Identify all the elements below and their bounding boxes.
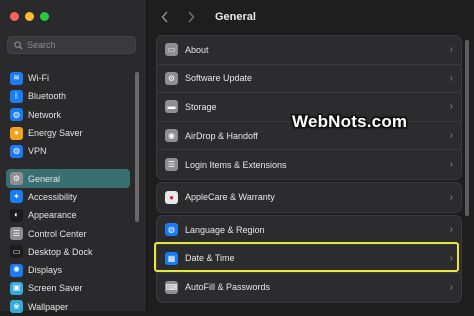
- sidebar-item-bluetooth[interactable]: ᛒ Bluetooth: [6, 87, 130, 105]
- main-pane: General ▭ About › ⚙ Software Update › ▬ Storage…: [147, 0, 474, 311]
- sidebar-item-general[interactable]: ⚙ General: [6, 169, 130, 188]
- sidebar-item-network[interactable]: ◍ Network: [6, 106, 130, 124]
- gear-icon: ⚙: [10, 172, 23, 186]
- sidebar-item-label: Network: [28, 109, 62, 120]
- sidebar-item-accessibility[interactable]: ✦ Accessibility: [6, 188, 130, 206]
- lightbulb-icon: ●: [10, 126, 23, 140]
- search-icon: [14, 40, 23, 50]
- chevron-right-icon: ›: [449, 191, 453, 203]
- forward-button[interactable]: [181, 7, 201, 27]
- settings-group-locale: ◍ Language & Region › ▦ Date & Time › ⌨ AutoFil…: [156, 215, 462, 303]
- chevron-right-icon: ›: [449, 72, 453, 84]
- sidebar-item-control-center[interactable]: ☰ Control Center: [6, 224, 130, 242]
- wifi-icon: ≋: [10, 71, 23, 85]
- settings-group-applecare: ● AppleCare & Warranty ›: [156, 182, 462, 213]
- watermark: WebNots.com: [292, 112, 408, 131]
- settings-row-label: Storage: [185, 101, 217, 112]
- settings-row-label: AirDrop & Handoff: [185, 130, 258, 141]
- main-scrollbar[interactable]: [465, 40, 469, 216]
- globe-icon: ◍: [10, 108, 23, 122]
- sidebar: ≋ Wi-Fi ᛒ Bluetooth ◍ Network ● Energy Saver ◍ VP…: [0, 0, 147, 314]
- sidebar-item-label: Bluetooth: [28, 91, 67, 102]
- language-globe-icon: ◍: [165, 223, 178, 237]
- settings-group-system: ▭ About › ⚙ Software Update › ▬ Storage › ◉ AirDro…: [156, 35, 462, 180]
- settings-row-label: Date & Time: [185, 253, 235, 264]
- settings-row-applecare-and-warranty[interactable]: ● AppleCare & Warranty ›: [157, 183, 461, 212]
- bluetooth-icon: ᛒ: [10, 89, 23, 103]
- displays-icon: ✺: [10, 263, 23, 277]
- sidebar-item-label: Accessibility: [28, 191, 78, 202]
- sidebar-item-label: Wi-Fi: [28, 73, 49, 84]
- settings-row-label: Language & Region: [185, 224, 265, 235]
- control-center-icon: ☰: [10, 227, 23, 241]
- laptop-icon: ▭: [165, 43, 178, 57]
- autofill-key-icon: ⌨: [165, 280, 178, 294]
- sidebar-item-label: Energy Saver: [28, 128, 83, 139]
- software-update-icon: ⚙: [165, 71, 178, 85]
- sidebar-scrollbar[interactable]: [135, 72, 139, 222]
- settings-row-login-items-and-extensions[interactable]: ☰ Login Items & Extensions ›: [157, 150, 461, 179]
- search-field[interactable]: [7, 36, 136, 54]
- settings-window: ≋ Wi-Fi ᛒ Bluetooth ◍ Network ● Energy Saver ◍ VP…: [0, 0, 474, 314]
- zoom-button[interactable]: [40, 12, 49, 21]
- settings-row-about[interactable]: ▭ About ›: [157, 36, 461, 65]
- sidebar-item-displays[interactable]: ✺ Displays: [6, 261, 130, 279]
- sidebar-item-wallpaper[interactable]: ❀ Wallpaper: [6, 298, 130, 316]
- wallpaper-icon: ❀: [10, 300, 23, 314]
- window-controls: [10, 12, 49, 21]
- settings-row-label: Software Update: [185, 73, 253, 84]
- sidebar-item-vpn[interactable]: ◍ VPN: [6, 142, 130, 160]
- close-button[interactable]: [10, 12, 19, 21]
- settings-row-language-and-region[interactable]: ◍ Language & Region ›: [157, 216, 461, 245]
- sidebar-item-label: Desktop & Dock: [28, 246, 93, 257]
- chevron-right-icon: ›: [449, 44, 453, 56]
- sidebar-item-label: General: [28, 173, 61, 184]
- minimize-button[interactable]: [25, 12, 34, 21]
- screen-saver-icon: ▣: [10, 281, 23, 295]
- accessibility-icon: ✦: [10, 190, 23, 204]
- chevron-right-icon: ›: [449, 224, 453, 236]
- settings-row-label: Login Items & Extensions: [185, 159, 287, 170]
- sidebar-item-label: Appearance: [28, 210, 77, 221]
- settings-row-label: AutoFill & Passwords: [185, 282, 271, 293]
- storage-icon: ▬: [165, 100, 178, 114]
- settings-row-label: AppleCare & Warranty: [185, 192, 275, 203]
- page-title: General: [215, 11, 256, 23]
- chevron-right-icon: ›: [449, 159, 453, 171]
- chevron-left-icon: [161, 11, 168, 23]
- back-button[interactable]: [155, 7, 175, 27]
- apple-icon: ●: [165, 190, 178, 204]
- toolbar: General: [147, 0, 474, 34]
- dock-icon: ▭: [10, 245, 23, 259]
- sidebar-item-screen-saver[interactable]: ▣ Screen Saver: [6, 279, 130, 297]
- sidebar-separator: [6, 160, 130, 169]
- settings-row-autofill-and-passwords[interactable]: ⌨ AutoFill & Passwords ›: [157, 273, 461, 302]
- chevron-right-icon: ›: [449, 252, 453, 264]
- search-input[interactable]: [27, 40, 127, 50]
- appearance-icon: ◐: [10, 208, 23, 222]
- sidebar-item-label: Wallpaper: [28, 301, 69, 312]
- sidebar-item-label: VPN: [28, 146, 47, 157]
- chevron-right-icon: ›: [449, 101, 453, 113]
- vpn-globe-icon: ◍: [10, 144, 23, 158]
- calendar-clock-icon: ▦: [165, 251, 178, 265]
- sidebar-item-wi-fi[interactable]: ≋ Wi-Fi: [6, 69, 130, 87]
- airdrop-icon: ◉: [165, 129, 178, 143]
- sidebar-list: ≋ Wi-Fi ᛒ Bluetooth ◍ Network ● Energy Saver ◍ VP…: [6, 69, 130, 316]
- login-items-icon: ☰: [165, 158, 178, 172]
- settings-row-label: About: [185, 44, 209, 55]
- chevron-right-icon: [188, 11, 195, 23]
- sidebar-item-label: Screen Saver: [28, 283, 83, 294]
- sidebar-item-label: Control Center: [28, 228, 87, 239]
- chevron-right-icon: ›: [449, 281, 453, 293]
- settings-row-software-update[interactable]: ⚙ Software Update ›: [157, 65, 461, 94]
- sidebar-item-desktop-and-dock[interactable]: ▭ Desktop & Dock: [6, 243, 130, 261]
- sidebar-item-energy-saver[interactable]: ● Energy Saver: [6, 124, 130, 142]
- sidebar-item-appearance[interactable]: ◐ Appearance: [6, 206, 130, 224]
- settings-row-date-and-time[interactable]: ▦ Date & Time ›: [157, 245, 461, 274]
- sidebar-item-label: Displays: [28, 265, 63, 276]
- chevron-right-icon: ›: [449, 130, 453, 142]
